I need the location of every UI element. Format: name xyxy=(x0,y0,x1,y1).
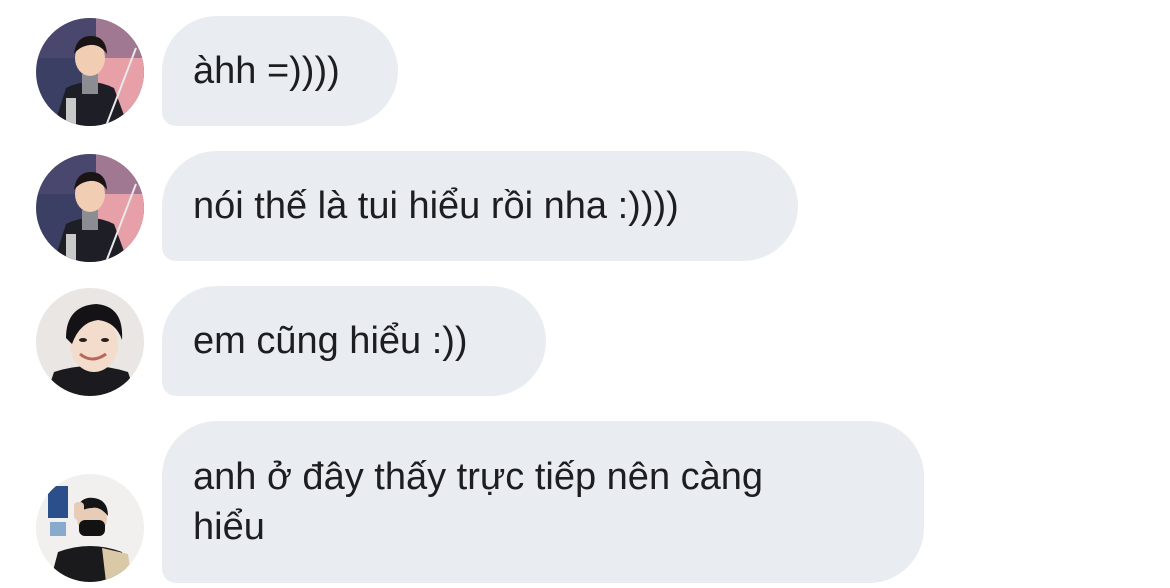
message-text: em cũng hiểu :)) xyxy=(193,320,468,362)
message-bubble[interactable]: nói thế là tui hiểu rồi nha :)))) xyxy=(162,151,798,261)
avatar[interactable] xyxy=(36,474,144,582)
message-text: anh ở đây thấy trực tiếp nên càng hiểu xyxy=(193,456,764,548)
avatar-man-in-suit-icon xyxy=(36,154,144,262)
avatar[interactable] xyxy=(36,154,144,262)
avatar[interactable] xyxy=(36,18,144,126)
message-bubble[interactable]: àhh =)))) xyxy=(162,16,398,126)
message-bubble[interactable]: em cũng hiểu :)) xyxy=(162,286,546,396)
avatar-person-with-mask-icon xyxy=(36,474,144,582)
avatar-young-man-smiling-icon xyxy=(36,288,144,396)
message-text: nói thế là tui hiểu rồi nha :)))) xyxy=(193,185,679,227)
message-text: àhh =)))) xyxy=(193,50,340,92)
chat-thread: àhh =)))) nói thế là tui hiểu rồi nha :)… xyxy=(0,0,1170,588)
message-bubble[interactable]: anh ở đây thấy trực tiếp nên càng hiểu xyxy=(162,421,924,583)
avatar[interactable] xyxy=(36,288,144,396)
avatar-man-in-suit-icon xyxy=(36,18,144,126)
